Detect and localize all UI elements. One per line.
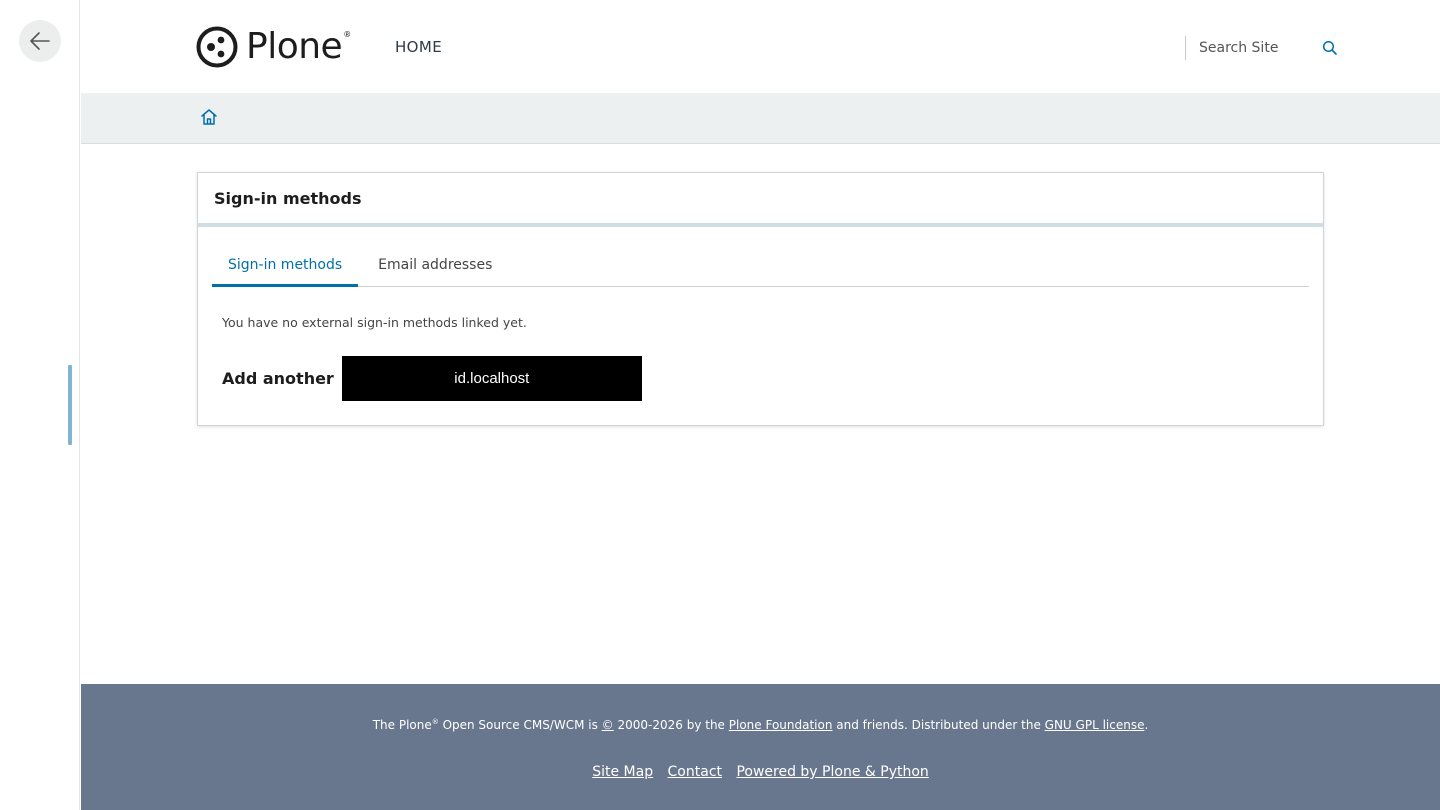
add-another-label: Add another (222, 369, 334, 388)
footer-text-friends: and friends. Distributed under the (832, 718, 1045, 732)
home-icon (201, 109, 217, 125)
logo-text: Plone (246, 26, 343, 67)
plone-foundation-link[interactable]: Plone Foundation (729, 718, 833, 732)
add-provider-row: Add another id.localhost (222, 356, 642, 401)
site-logo[interactable]: Plone ® (196, 25, 351, 69)
footer-reg-mark: ® (431, 718, 439, 726)
powered-by-link[interactable]: Powered by Plone & Python (736, 764, 928, 780)
gpl-license-link[interactable]: GNU GPL license (1045, 718, 1145, 732)
tab-email-addresses[interactable]: Email addresses (358, 243, 508, 287)
footer-text-prefix: The Plone (372, 718, 432, 732)
site-header: Plone ® HOME (81, 0, 1440, 93)
search-icon (1322, 40, 1337, 55)
footer-links: Site Map Contact Powered by Plone & Pyth… (81, 764, 1440, 780)
back-arrow-icon (30, 32, 50, 50)
search-button[interactable] (1320, 38, 1340, 58)
footer-copyright: The Plone® Open Source CMS/WCM is © 2000… (81, 718, 1440, 732)
copyright-link[interactable]: © (602, 718, 614, 732)
search-divider (1185, 36, 1186, 60)
search-input[interactable] (1199, 40, 1307, 56)
back-button[interactable] (19, 20, 61, 62)
site-map-link[interactable]: Site Map (592, 764, 653, 780)
footer-text-end: . (1144, 718, 1149, 732)
no-methods-message: You have no external sign-in methods lin… (222, 315, 527, 330)
tab-sign-in-methods[interactable]: Sign-in methods (212, 243, 359, 287)
nav-home-link[interactable]: HOME (395, 38, 442, 56)
sign-in-methods-card: Sign-in methods Sign-in methods Email ad… (197, 172, 1324, 426)
tab-bar: Sign-in methods Email addresses (212, 243, 1309, 287)
card-title: Sign-in methods (214, 188, 362, 208)
contact-link[interactable]: Contact (668, 764, 722, 780)
footer-text-mid: Open Source CMS/WCM is (438, 718, 602, 732)
search-area (1185, 36, 1340, 60)
site-footer: The Plone® Open Source CMS/WCM is © 2000… (81, 684, 1440, 810)
provider-login-button[interactable]: id.localhost (341, 356, 642, 401)
toolbar (0, 0, 80, 810)
toolbar-scroll-indicator (68, 365, 72, 445)
breadcrumb (81, 93, 1440, 144)
footer-text-years: 2000-2026 by the (613, 718, 729, 732)
card-header: Sign-in methods (198, 173, 1323, 227)
plone-logo-icon (196, 26, 238, 68)
logo-registered-mark: ® (343, 29, 352, 39)
breadcrumb-home-link[interactable] (199, 107, 219, 127)
